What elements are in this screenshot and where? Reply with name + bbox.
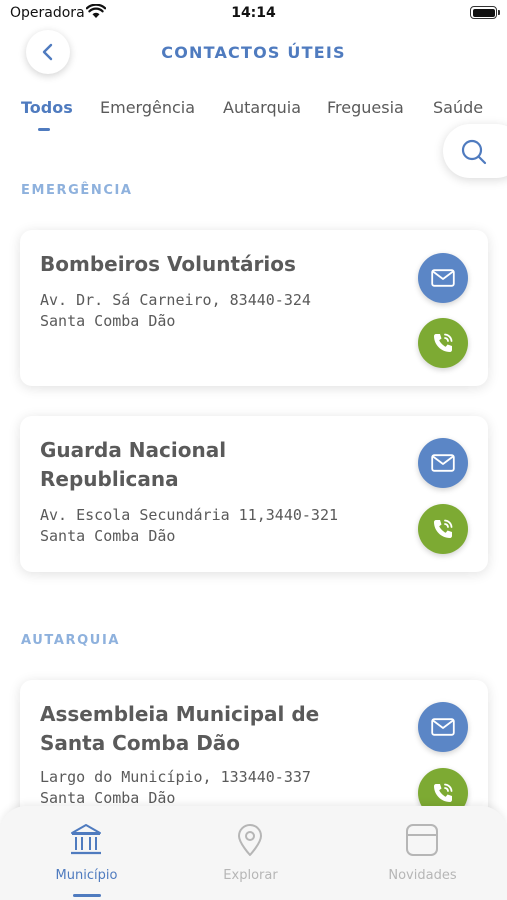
call-button[interactable] [418,318,468,368]
tab-saude[interactable]: Saúde [433,98,483,117]
contact-name: Assembleia Municipal de Santa Comba Dão [40,702,320,755]
email-button[interactable] [418,702,468,752]
phone-icon [434,783,453,802]
tab-autarquia[interactable]: Autarquia [223,98,301,117]
nav-explorar[interactable]: Explorar [166,806,335,900]
email-button[interactable] [418,438,468,488]
mail-icon [431,269,455,287]
nav-label: Explorar [223,868,278,883]
tab-todos[interactable]: Todos [21,98,73,117]
town-hall-icon [71,824,101,855]
tab-emergencia[interactable]: Emergência [100,98,195,117]
status-bar: Operadora 14:14 [0,0,507,30]
phone-icon [434,333,453,352]
contact-name: Guarda Nacional Republicana [40,438,227,491]
battery-icon [470,6,500,19]
call-button[interactable] [418,504,468,554]
section-header-autarquia: AUTARQUIA [21,633,121,648]
active-tab-indicator [38,128,50,131]
clock: 14:14 [231,5,276,21]
nav-novidades[interactable]: Novidades [338,806,507,900]
map-pin-icon [238,824,262,856]
active-nav-indicator [73,894,101,897]
search-button[interactable] [443,124,507,178]
section-header-emergencia: EMERGÊNCIA [21,183,133,198]
page-title: CONTACTOS ÚTEIS [161,43,346,62]
bottom-tab-bar: Município Explorar Novidades [0,806,507,900]
nav-label: Município [55,868,118,883]
search-icon [461,139,487,165]
nav-label: Novidades [388,868,457,883]
contact-name: Bombeiros Voluntários [40,252,296,276]
contact-address: Largo do Município, 133440-337 Santa Com… [40,768,311,807]
news-icon [406,824,438,856]
email-button[interactable] [418,253,468,303]
contact-address: Av. Escola Secundária 11,3440-321 Santa … [40,506,339,545]
mail-icon [431,718,455,736]
contact-card: Guarda Nacional Republicana Av. Escola S… [20,416,488,572]
mail-icon [431,454,455,472]
nav-municipio[interactable]: Município [2,806,171,900]
tab-freguesia[interactable]: Freguesia [327,98,404,117]
contact-address: Av. Dr. Sá Carneiro, 83440-324 Santa Com… [40,291,311,330]
contact-card: Bombeiros Voluntários Av. Dr. Sá Carneir… [20,230,488,386]
category-tabs: Todos Emergência Autarquia Freguesia Saú… [0,98,507,138]
phone-icon [434,519,453,538]
